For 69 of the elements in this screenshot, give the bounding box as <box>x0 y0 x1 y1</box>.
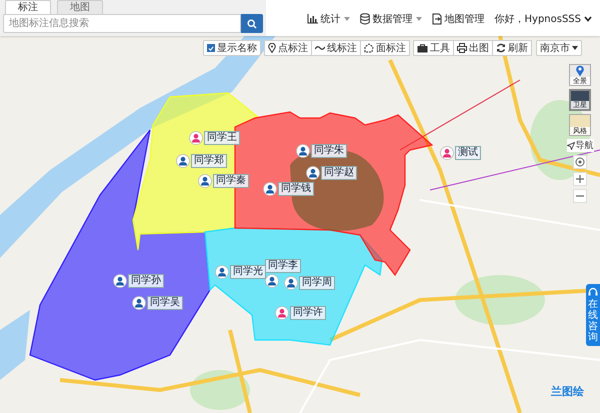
pin-icon <box>575 65 585 77</box>
search-icon <box>247 18 257 28</box>
marker-label: 同学赵 <box>321 166 357 180</box>
marker-label: 同学秦 <box>213 174 249 188</box>
online-consult-tab[interactable]: 在线咨询 <box>586 284 600 346</box>
person-icon[interactable] <box>176 154 190 168</box>
logo: 兰图绘 <box>551 384 584 399</box>
wave-line-icon <box>315 45 325 51</box>
marker-label: 同学许 <box>290 306 326 320</box>
marker-label: 同学郑 <box>191 154 227 168</box>
toolbar-button[interactable]: 刷新 <box>492 40 532 56</box>
zoom-out-button[interactable] <box>573 189 587 203</box>
marker-label: 同学吴 <box>147 296 183 310</box>
headset-icon <box>588 287 598 297</box>
caret-icon <box>572 46 578 50</box>
show-names-toggle[interactable]: 显示名称 <box>203 40 261 56</box>
toolbar-button[interactable]: 工具 <box>413 40 454 56</box>
search-field[interactable]: 地图标注信息搜索 <box>3 14 241 33</box>
person-icon[interactable] <box>284 276 298 290</box>
database-icon <box>360 13 370 25</box>
crosshair-icon <box>575 157 585 167</box>
tab[interactable]: 地图 <box>57 0 103 14</box>
zoom-in-button[interactable] <box>573 172 587 186</box>
navigation-button[interactable]: 导航 <box>566 139 594 152</box>
toolbar-button[interactable]: 点标注 <box>264 40 312 56</box>
marker-label: 同学李 <box>265 259 301 273</box>
search-button[interactable] <box>241 14 263 33</box>
person-icon[interactable] <box>275 306 289 320</box>
caret-icon <box>416 17 422 21</box>
person-icon[interactable] <box>263 182 277 196</box>
chevron-down-icon <box>584 16 592 22</box>
person-icon[interactable] <box>296 144 310 158</box>
marker-label: 同学王 <box>204 131 240 145</box>
nav-menu[interactable]: 统计 <box>306 12 350 26</box>
marker-label: 同学孙 <box>128 274 164 288</box>
document-arrow-icon <box>432 13 442 25</box>
arrow-icon <box>566 142 574 150</box>
refresh-icon <box>496 43 506 53</box>
toolbar-button[interactable]: 线标注 <box>311 40 361 56</box>
polygon-icon <box>364 43 374 53</box>
pin-icon <box>268 43 276 53</box>
plus-icon <box>576 175 584 183</box>
marker-label: 同学周 <box>299 276 335 290</box>
person-icon[interactable] <box>306 166 320 180</box>
person-icon[interactable] <box>132 296 146 310</box>
checkbox[interactable] <box>207 44 215 52</box>
city-dropdown[interactable]: 南京市 <box>536 40 582 56</box>
marker-label: 测试 <box>455 146 481 160</box>
person-icon[interactable] <box>198 174 212 188</box>
locate-button[interactable] <box>573 155 587 169</box>
minus-icon <box>576 195 584 197</box>
person-icon[interactable] <box>215 265 229 279</box>
toolbar-button[interactable]: 面标注 <box>360 40 410 56</box>
briefcase-icon <box>417 44 428 52</box>
toolbar-button[interactable]: 出图 <box>453 40 493 56</box>
marker-label: 同学光 <box>230 265 266 279</box>
nav-menu[interactable]: 地图管理 <box>432 12 484 26</box>
bar-chart-icon <box>306 14 318 24</box>
nav-menu[interactable]: 数据管理 <box>360 12 422 26</box>
marker-label: 同学朱 <box>311 144 347 158</box>
person-icon[interactable] <box>189 131 203 145</box>
caret-icon <box>344 17 350 21</box>
person-icon[interactable] <box>265 274 279 288</box>
person-icon[interactable] <box>113 274 127 288</box>
user-menu[interactable]: 你好，HypnosSSS <box>494 12 592 26</box>
marker-label: 同学钱 <box>278 182 314 196</box>
person-icon[interactable] <box>440 146 454 160</box>
tab[interactable]: 标注 <box>5 0 51 14</box>
printer-icon <box>457 43 467 53</box>
